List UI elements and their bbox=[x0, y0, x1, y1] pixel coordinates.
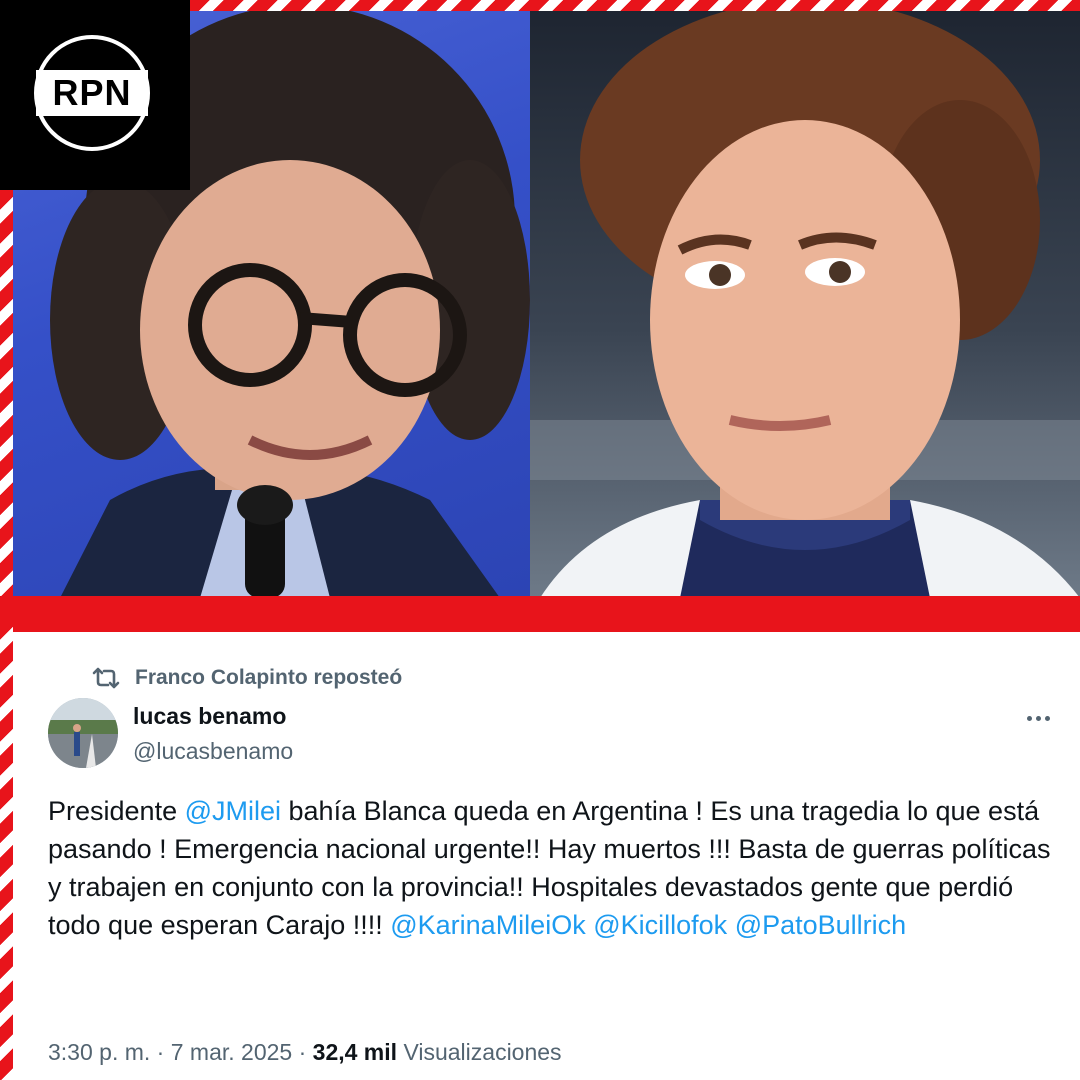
tweet-meta: 3:30 p. m. · 7 mar. 2025 · 32,4 mil Visu… bbox=[48, 1039, 562, 1066]
repost-label: Franco Colapinto reposteó bbox=[135, 666, 403, 689]
avatar[interactable] bbox=[48, 698, 118, 768]
hazard-stripe-bottom-left bbox=[0, 620, 13, 1080]
tweet-time[interactable]: 3:30 p. m. bbox=[48, 1039, 150, 1065]
views-count: 32,4 mil bbox=[312, 1039, 398, 1065]
more-options-icon[interactable] bbox=[1027, 716, 1050, 721]
post-image: RPN Franco Colapinto reposteó lucas bena… bbox=[0, 0, 1080, 1080]
hazard-stripe-top bbox=[190, 0, 1080, 11]
author-name[interactable]: lucas benamo bbox=[133, 703, 286, 730]
right-photo-illustration bbox=[530, 0, 1080, 598]
tweet-text: Presidente @JMilei bahía Blanca queda en… bbox=[48, 792, 1058, 944]
mention-link[interactable]: @JMilei bbox=[185, 796, 281, 826]
avatar-image bbox=[48, 698, 118, 768]
more-dot bbox=[1027, 716, 1032, 721]
right-photo bbox=[530, 0, 1080, 598]
tweet-text-segment bbox=[727, 910, 735, 940]
mention-link[interactable]: @Kicillofok bbox=[593, 910, 727, 940]
tweet-text-segment: Presidente bbox=[48, 796, 185, 826]
repost-indicator[interactable]: Franco Colapinto reposteó bbox=[91, 666, 402, 690]
hazard-stripe-left bbox=[0, 190, 13, 620]
mention-link[interactable]: @KarinaMileiOk bbox=[390, 910, 585, 940]
more-dot bbox=[1045, 716, 1050, 721]
red-band bbox=[0, 596, 1080, 632]
tweet-date[interactable]: 7 mar. 2025 bbox=[171, 1039, 292, 1065]
meta-separator: · bbox=[156, 1039, 165, 1065]
logo-text: RPN bbox=[52, 72, 132, 113]
views-label: Visualizaciones bbox=[403, 1039, 562, 1065]
more-dot bbox=[1036, 716, 1041, 721]
tweet-card[interactable]: Franco Colapinto reposteó lucas benamo @… bbox=[13, 632, 1080, 1080]
meta-separator: · bbox=[298, 1039, 307, 1065]
repost-icon bbox=[92, 667, 120, 689]
author-handle[interactable]: @lucasbenamo bbox=[133, 738, 293, 765]
mention-link[interactable]: @PatoBullrich bbox=[735, 910, 906, 940]
rpn-logo: RPN bbox=[0, 0, 190, 190]
